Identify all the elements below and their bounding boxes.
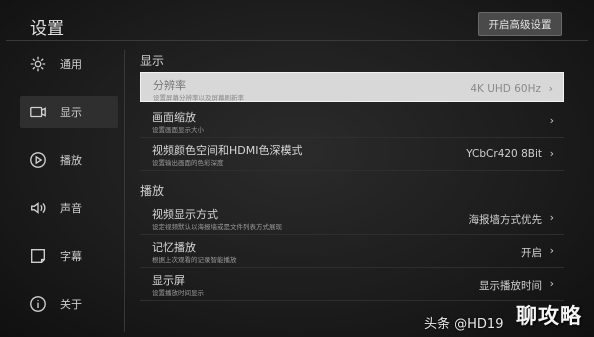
sidebar-item-label: 播放: [60, 154, 82, 167]
sidebar-item-display[interactable]: 显示: [20, 96, 118, 128]
setting-title: 视频颜色空间和HDMI色深模式: [152, 144, 303, 157]
setting-title: 记忆播放: [152, 241, 196, 254]
setting-value: 4K UHD 60Hz: [470, 83, 541, 95]
section-heading-playback: 播放: [140, 184, 165, 198]
sidebar-item-general[interactable]: 通用: [20, 48, 118, 80]
sidebar-item-about[interactable]: 关于: [20, 288, 118, 320]
watermark-logo: 聊攻略: [516, 304, 582, 328]
play-icon: [28, 150, 48, 170]
settings-screen: 设置 开启高级设置 通用 显示 播放 声音 字幕 关于 显示 分辨率 设置屏幕分…: [0, 0, 594, 337]
setting-row-resolution[interactable]: 分辨率 设置屏幕分辨率以及屏幕刷新率 4K UHD 60Hz ›: [140, 72, 564, 102]
setting-row-zoom[interactable]: 画面缩放 设置画面显示大小 ›: [140, 105, 564, 138]
sidebar-divider: [124, 50, 125, 332]
sidebar-item-sound[interactable]: 声音: [20, 192, 118, 224]
sidebar-item-label: 关于: [60, 298, 82, 311]
gear-icon: [28, 54, 48, 74]
page-title: 设置: [30, 19, 64, 39]
sidebar-item-label: 通用: [60, 58, 82, 71]
display-icon: [28, 102, 48, 122]
setting-row-video-display-mode[interactable]: 视频显示方式 设定视频默认以海报墙或是文件列表方式展现 海报墙方式优先 ›: [140, 202, 564, 235]
chevron-right-icon: ›: [549, 277, 554, 290]
setting-row-resume-playback[interactable]: 记忆播放 根据上次观看的记录智能播放 开启 ›: [140, 235, 564, 268]
sidebar: 通用 显示 播放 声音 字幕 关于: [20, 48, 118, 336]
watermark-text: 头条 @HD19: [424, 317, 504, 332]
setting-description: 设置输出画面的色彩深度: [152, 159, 224, 167]
setting-title: 分辨率: [153, 79, 186, 92]
setting-value: 显示播放时间: [479, 280, 542, 292]
chevron-right-icon: ›: [549, 114, 554, 127]
settings-content: 显示 分辨率 设置屏幕分辨率以及屏幕刷新率 4K UHD 60Hz › 画面缩放…: [140, 50, 564, 301]
chevron-right-icon: ›: [549, 211, 554, 224]
setting-title: 画面缩放: [152, 111, 196, 124]
setting-row-display-screen[interactable]: 显示屏 设置播放时间显示 显示播放时间 ›: [140, 268, 564, 301]
sidebar-item-label: 声音: [60, 202, 82, 215]
header-divider: [6, 40, 588, 41]
chevron-right-icon: ›: [548, 82, 553, 95]
sidebar-item-playback[interactable]: 播放: [20, 144, 118, 176]
setting-title: 视频显示方式: [152, 208, 218, 221]
info-icon: [28, 294, 48, 314]
setting-description: 根据上次观看的记录智能播放: [152, 256, 237, 264]
setting-value: YCbCr420 8Bit: [466, 148, 542, 160]
setting-description: 设置播放时间显示: [152, 289, 204, 297]
setting-value: 开启: [521, 247, 542, 259]
sidebar-item-label: 字幕: [60, 250, 82, 263]
setting-row-color-space[interactable]: 视频颜色空间和HDMI色深模式 设置输出画面的色彩深度 YCbCr420 8Bi…: [140, 138, 564, 171]
chevron-right-icon: ›: [549, 244, 554, 257]
sidebar-item-subtitles[interactable]: 字幕: [20, 240, 118, 272]
chevron-right-icon: ›: [549, 147, 554, 160]
setting-description: 设定视频默认以海报墙或是文件列表方式展现: [152, 223, 282, 231]
subtitle-icon: [28, 246, 48, 266]
setting-title: 显示屏: [152, 274, 185, 287]
sidebar-item-label: 显示: [60, 106, 82, 119]
setting-description: 设置画面显示大小: [152, 126, 204, 134]
setting-value: 海报墙方式优先: [468, 214, 543, 226]
advanced-settings-button[interactable]: 开启高级设置: [478, 12, 562, 36]
setting-description: 设置屏幕分辨率以及屏幕刷新率: [153, 94, 244, 102]
speaker-icon: [28, 198, 48, 218]
section-heading-display: 显示: [140, 54, 165, 68]
